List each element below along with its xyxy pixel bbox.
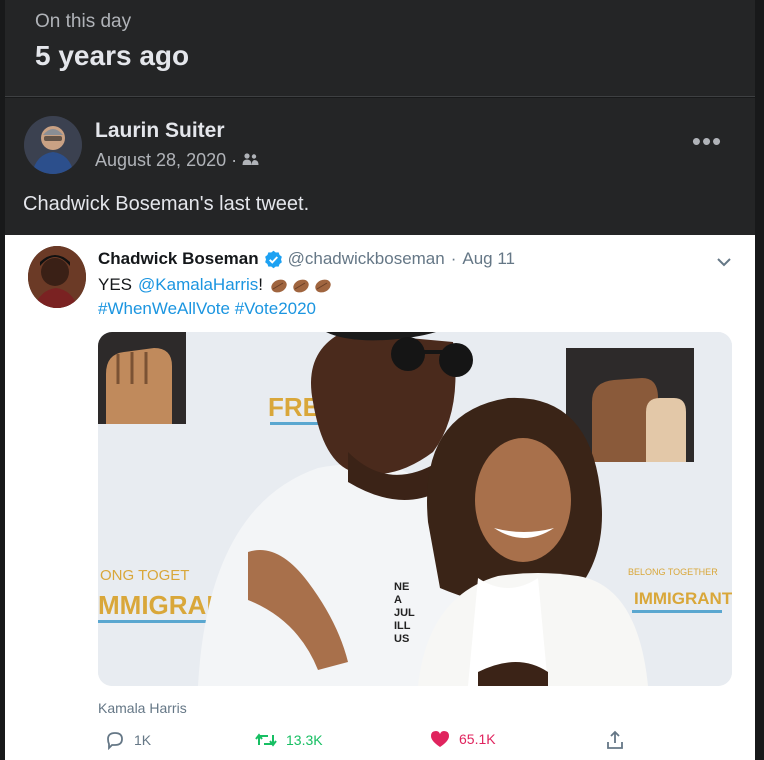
reply-count: 1K [134, 732, 152, 748]
tweet-date[interactable]: Aug 11 [462, 249, 515, 269]
memory-title: 5 years ago [35, 40, 190, 71]
like-count: 65.1K [459, 731, 496, 747]
tweet-header: Chadwick Boseman @chadwickboseman · Aug … [98, 249, 515, 269]
tweet-dot: · [450, 249, 457, 268]
more-options-button[interactable]: ••• [687, 126, 727, 156]
meta-separator: · [231, 150, 238, 170]
retweet-count: 13.3K [286, 732, 323, 748]
friends-icon[interactable] [242, 150, 259, 171]
post-card: Laurin Suiter August 28, 2020 · ••• Chad… [5, 98, 755, 760]
tweet-photo[interactable]: FREED ONG TOGET MMIGRAN BELONG TOGETHER … [98, 332, 732, 686]
post-date[interactable]: August 28, 2020 [95, 150, 226, 171]
clapping-hands-icon [269, 275, 333, 295]
share-button[interactable] [605, 730, 625, 750]
verified-badge-icon [264, 250, 283, 269]
banner-right-text-2: IMMIGRANTS! [634, 589, 732, 608]
tweet-hashtags[interactable]: #WhenWeAllVote #Vote2020 [98, 299, 316, 319]
memory-header: On this day 5 years ago [5, 0, 755, 97]
tweet-embed: Chadwick Boseman @chadwickboseman · Aug … [5, 235, 755, 760]
tweet-actions: 1K 13.3K 65.1K [5, 730, 755, 760]
tweet-avatar [28, 246, 86, 308]
author-avatar[interactable] [24, 116, 82, 174]
banner-left-text-1: ONG TOGET [100, 567, 189, 584]
tweet-text-prefix: YES [98, 275, 133, 294]
like-button[interactable]: 65.1K [430, 730, 496, 748]
memory-kicker: On this day [35, 11, 132, 32]
chevron-down-icon[interactable] [713, 251, 735, 273]
tweet-text-line1: YES @KamalaHarris! [98, 275, 333, 295]
banner-left-text-2: MMIGRAN [98, 590, 225, 620]
reply-button[interactable]: 1K [105, 730, 151, 750]
author-name[interactable]: Laurin Suiter [95, 119, 225, 143]
post-caption: Chadwick Boseman's last tweet. [23, 193, 310, 215]
photo-tag[interactable]: Kamala Harris [98, 700, 187, 716]
tweet-author-name[interactable]: Chadwick Boseman [98, 249, 259, 269]
reply-icon [105, 730, 125, 750]
tweet-exclaim: ! [258, 275, 263, 294]
retweet-button[interactable]: 13.3K [255, 730, 323, 750]
share-icon [605, 730, 625, 750]
banner-right-text-1: BELONG TOGETHER [628, 567, 718, 577]
retweet-icon [255, 730, 277, 750]
tweet-handle[interactable]: @chadwickboseman [288, 249, 445, 269]
post-meta: August 28, 2020 · [95, 150, 259, 171]
mention-link[interactable]: @KamalaHarris [138, 275, 258, 294]
heart-icon [430, 730, 450, 748]
